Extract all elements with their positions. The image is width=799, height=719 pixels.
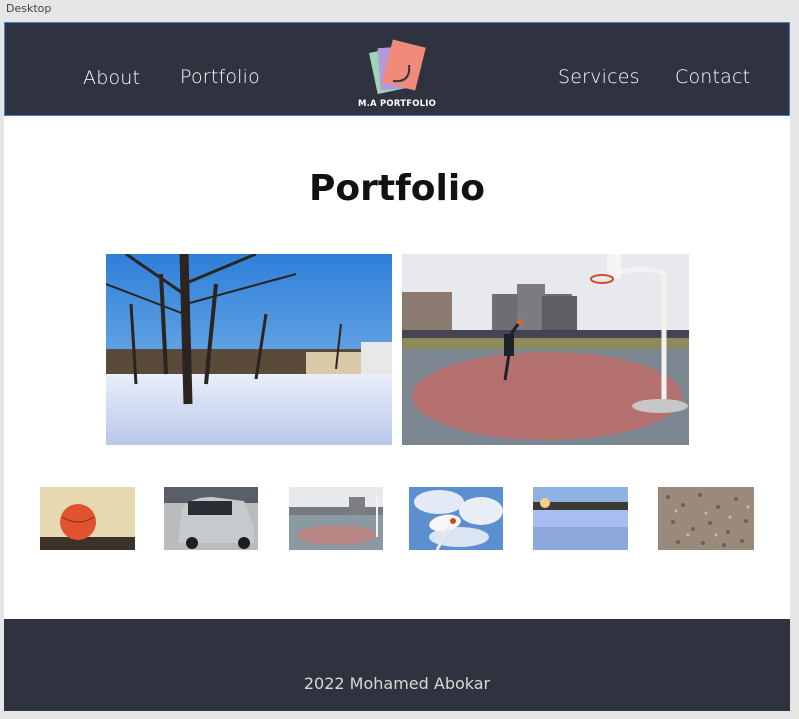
- frozen-field-sunset-thumb[interactable]: [533, 487, 628, 550]
- nav-link-about[interactable]: About: [83, 67, 140, 89]
- window-title: Desktop: [6, 2, 52, 15]
- browser-viewport: About Portfolio M.A PORTFOLIO Services C…: [4, 22, 790, 711]
- navbar: About Portfolio M.A PORTFOLIO Services C…: [4, 22, 790, 116]
- silver-suv-thumb[interactable]: [164, 487, 258, 550]
- snowy-park-trees-photo[interactable]: [106, 254, 392, 445]
- basketball-court-player-photo[interactable]: [402, 254, 689, 445]
- basketball-hoop-sky-thumb[interactable]: [409, 487, 503, 550]
- gravel-ground-thumb[interactable]: [658, 487, 754, 550]
- footer: 2022 Mohamed Abokar: [4, 619, 790, 711]
- basketball-court-thumb[interactable]: [289, 487, 383, 550]
- logo-pages-icon: [369, 39, 426, 95]
- logo-text: M.A PORTFOLIO: [357, 99, 437, 109]
- nav-link-portfolio[interactable]: Portfolio: [180, 66, 260, 88]
- page-title: Portfolio: [309, 168, 485, 209]
- footer-copyright: 2022 Mohamed Abokar: [303, 674, 491, 693]
- nav-link-contact[interactable]: Contact: [675, 66, 750, 88]
- site-logo[interactable]: M.A PORTFOLIO: [357, 37, 437, 111]
- basketball-closeup-thumb[interactable]: [40, 487, 135, 550]
- nav-link-services[interactable]: Services: [558, 66, 640, 88]
